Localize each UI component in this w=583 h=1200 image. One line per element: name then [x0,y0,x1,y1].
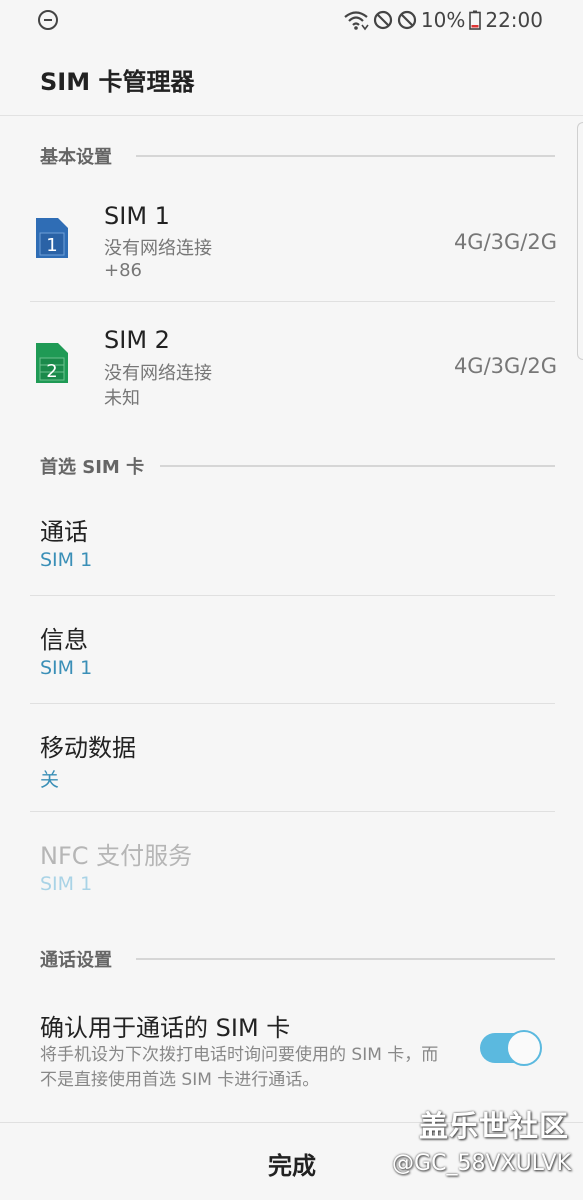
pref-messages-value: SIM 1 [40,657,93,679]
do-not-disturb-icon [38,10,58,30]
sim-card-1-icon: 1 [36,218,68,258]
confirm-sim-title: 确认用于通话的 SIM 卡 [40,1014,291,1042]
confirm-sim-toggle[interactable] [480,1030,542,1066]
pref-nfc-title: NFC 支付服务 [40,842,193,870]
sim-2-status: 没有网络连接 [104,363,212,384]
toggle-knob [506,1030,542,1066]
pref-calls-value: SIM 1 [40,549,93,571]
pref-nfc-value: SIM 1 [40,873,93,895]
section-preferred-sim: 首选 SIM 卡 [40,457,145,478]
divider [30,703,555,704]
page-title: SIM 卡管理器 [40,68,195,96]
sim-1-network: 4G/3G/2G [453,230,557,254]
bottom-bar: 完成 盖乐世社区 @GC_58VXULVK [0,1109,583,1200]
wifi-icon [344,11,369,31]
confirm-sim-description: 将手机设为下次拨打电话时询问要使用的 SIM 卡，而不是直接使用首选 SIM 卡… [40,1045,439,1090]
watermark-user: @GC_58VXULVK [392,1151,571,1176]
pref-messages-title: 信息 [40,626,88,654]
no-signal-icon [373,10,393,30]
clock: 22:00 [485,8,543,32]
sim-1-status: 没有网络连接 [104,238,212,259]
divider [30,595,555,596]
watermark-title: 盖乐世社区 [418,1109,569,1143]
status-bar: 10% 22:00 [0,0,583,40]
app-header: SIM 卡管理器 [0,40,583,116]
no-signal-icon-2 [397,10,417,30]
section-divider [136,155,555,157]
battery-percent: 10% [420,8,466,32]
status-icons: 10% 22:00 [343,6,543,34]
pref-calls-title: 通话 [40,518,88,546]
sim-2-name: SIM 2 [104,326,170,354]
svg-text:1: 1 [46,235,57,256]
divider [30,301,555,302]
sim-1-row[interactable]: 1 SIM 1 没有网络连接 +86 4G/3G/2G [0,190,583,302]
section-call-settings: 通话设置 [40,950,112,971]
svg-text:2: 2 [46,361,57,382]
section-basic-settings: 基本设置 [40,147,112,168]
divider [30,811,555,812]
sim-2-row[interactable]: 2 SIM 2 没有网络连接 未知 4G/3G/2G [0,314,583,424]
done-button[interactable]: 完成 [240,1143,344,1183]
sim-2-network: 4G/3G/2G [453,354,557,378]
pref-mobile-data-title: 移动数据 [40,734,136,762]
sim-card-2-icon: 2 [36,343,68,383]
sim-2-number: 未知 [104,388,140,409]
pref-mobile-data-value: 关 [40,769,60,791]
battery-icon [469,10,482,30]
sim-1-name: SIM 1 [104,202,170,230]
section-divider [136,958,555,960]
section-divider [160,465,555,467]
sim-1-number: +86 [104,260,142,281]
